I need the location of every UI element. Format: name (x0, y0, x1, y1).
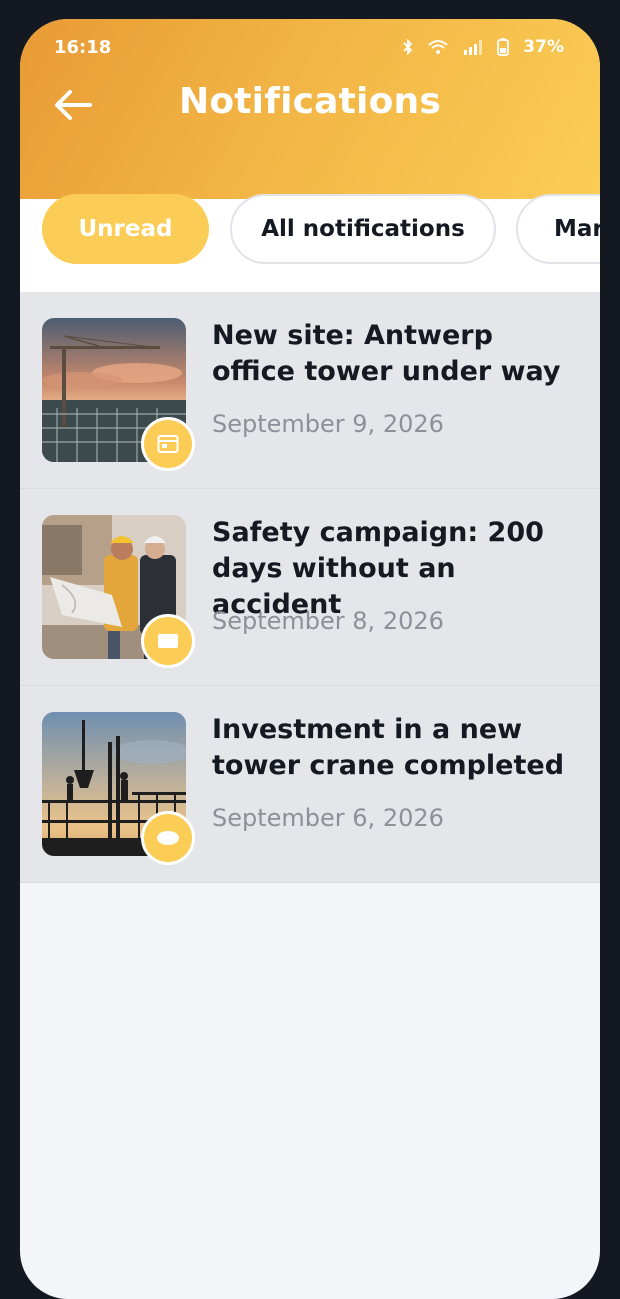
page-title: Notifications (179, 81, 441, 122)
battery-icon (497, 38, 510, 56)
notification-date: September 9, 2026 (212, 410, 444, 438)
tab-unread[interactable]: Unread (42, 194, 209, 264)
filter-tabs: Unread All notifications Mar (20, 194, 600, 292)
notification-date: September 8, 2026 (212, 607, 444, 635)
battery-percent: 37% (523, 37, 564, 57)
phone-frame: 16:18 37% Notifications Unread All notif… (0, 0, 620, 1299)
notification-item[interactable]: New site: Antwerp office tower under way… (20, 292, 600, 489)
status-icons: 37% (403, 37, 564, 57)
bluetooth-icon (403, 39, 413, 55)
notification-item[interactable]: Investment in a new tower crane complete… (20, 686, 600, 883)
badge-message-icon (141, 614, 195, 668)
notification-list: New site: Antwerp office tower under way… (20, 292, 600, 883)
notification-date: September 6, 2026 (212, 804, 444, 832)
notification-title: New site: Antwerp office tower under way (212, 320, 561, 387)
badge-calendar-icon (141, 417, 195, 471)
status-time: 16:18 (54, 37, 112, 58)
signal-icon (464, 40, 483, 55)
app-header: 16:18 37% Notifications (20, 19, 600, 199)
status-bar: 16:18 37% (20, 37, 600, 61)
app-screen: 16:18 37% Notifications Unread All notif… (20, 19, 600, 1299)
notification-title: Investment in a new tower crane complete… (212, 714, 565, 781)
tab-all-notifications[interactable]: All notifications (230, 194, 496, 264)
tab-partial[interactable]: Mar (516, 194, 600, 264)
notification-item[interactable]: Safety campaign: 200 days without an acc… (20, 489, 600, 686)
wifi-icon (428, 40, 448, 54)
badge-eye-icon (141, 811, 195, 865)
